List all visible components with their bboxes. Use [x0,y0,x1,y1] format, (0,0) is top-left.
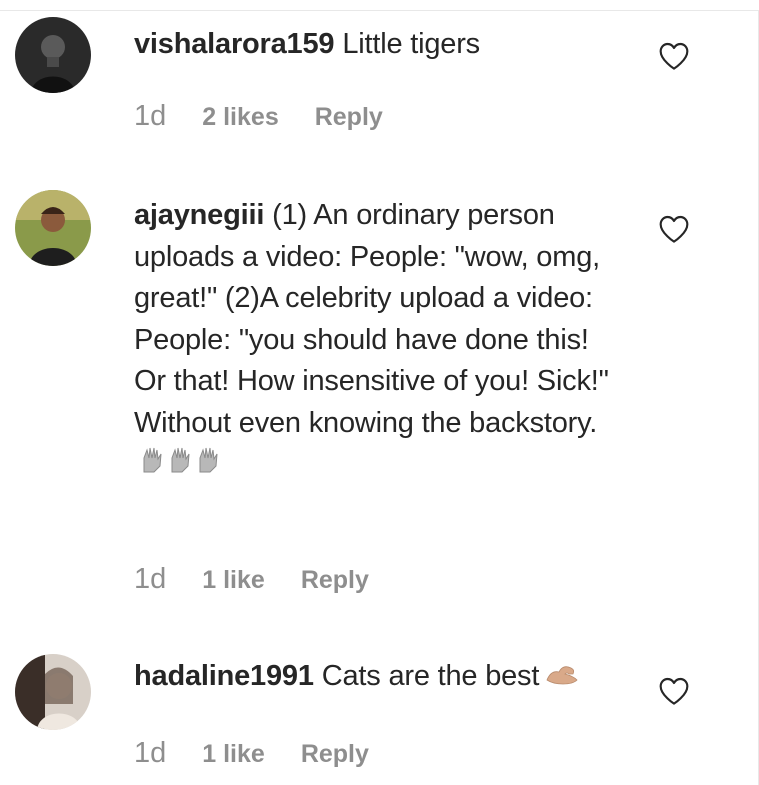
comment-text: Cats are the best [321,660,540,692]
clapping-hands-icon [140,444,226,487]
reply-button[interactable]: Reply [301,566,369,595]
avatar[interactable] [15,190,91,266]
comment-body: ajaynegiii (1) An ordinary person uploads… [134,195,624,487]
like-heart-icon[interactable] [658,676,690,706]
comment-body: hadaline1991 Cats are the best [134,656,634,698]
user-avatar-outdoor-icon [15,190,91,266]
comment-meta: 1d 1 like Reply [134,563,369,596]
comment-time[interactable]: 1d [134,737,166,770]
comment-meta: 1d 1 like Reply [134,737,369,770]
comment-likes[interactable]: 1 like [202,566,265,595]
comment-body: vishalarora159 Little tigers [134,24,634,66]
comment-username[interactable]: ajaynegiii [134,199,264,231]
comment-time[interactable]: 1d [134,563,166,596]
user-avatar-light-icon [15,654,91,730]
comment-likes[interactable]: 1 like [202,740,265,769]
reply-button[interactable]: Reply [301,740,369,769]
comment-text: Little tigers [342,28,480,60]
reply-button[interactable]: Reply [315,103,383,132]
like-heart-icon[interactable] [658,41,690,71]
divider-top [0,10,759,11]
comment-username[interactable]: vishalarora159 [134,28,335,60]
user-avatar-dark-icon [15,17,91,93]
comment-time[interactable]: 1d [134,100,166,133]
avatar[interactable] [15,654,91,730]
comment-meta: 1d 2 likes Reply [134,100,383,133]
comment-username[interactable]: hadaline1991 [134,660,314,692]
flexed-biceps-icon [545,657,581,699]
comment-text: (1) An ordinary person uploads a video: … [134,199,609,439]
like-heart-icon[interactable] [658,214,690,244]
comment-likes[interactable]: 2 likes [202,103,278,132]
avatar[interactable] [15,17,91,93]
